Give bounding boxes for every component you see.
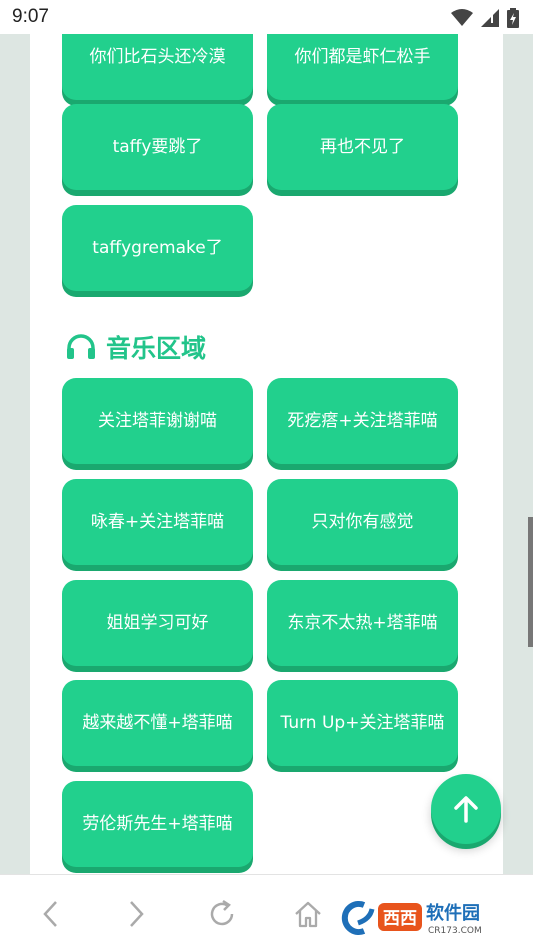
status-bar: 9:07 [0,0,533,34]
music-button[interactable]: 死疙瘩+关注塔菲喵 [267,378,458,464]
sound-button[interactable]: 你们都是虾仁松手 [267,34,458,100]
button-label: taffygremake了 [92,238,223,258]
chevron-right-icon [130,901,144,927]
browser-nav-bar: 西西 软件园 CR173.COM [0,874,533,949]
home-icon [295,901,321,928]
music-button[interactable]: 只对你有感觉 [267,479,458,565]
reload-button[interactable] [205,897,239,931]
section-title-text: 音乐区域 [106,334,207,363]
back-button[interactable] [34,897,68,931]
music-button[interactable]: 关注塔菲谢谢喵 [62,378,253,464]
music-button[interactable]: 东京不太热+塔菲喵 [267,580,458,666]
signal-icon [481,9,499,27]
button-label: 你们都是虾仁松手 [294,47,431,67]
forward-button[interactable] [119,897,153,931]
content-area: 你们比石头还冷漠 你们都是虾仁松手 taffy要跳了 再也不见了 taffygr… [30,34,503,874]
button-label: 姐姐学习可好 [106,613,209,633]
status-time: 9:07 [12,6,49,27]
reload-icon [210,899,234,926]
button-label: taffy要跳了 [112,137,203,157]
battery-icon [507,8,519,28]
button-label: 东京不太热+塔菲喵 [287,613,438,633]
music-button[interactable]: 越来越不懂+塔菲喵 [62,680,253,766]
sound-button[interactable]: taffy要跳了 [62,104,253,190]
status-icons [451,8,519,28]
watermark-domain: CR173.COM [428,926,482,936]
watermark-brand: 西西 [383,909,417,929]
arrow-up-icon [454,796,478,823]
button-label: 只对你有感觉 [311,512,414,532]
sound-button[interactable]: 你们比石头还冷漠 [62,34,253,100]
headphones-icon [67,334,95,359]
watermark-logo: 西西 软件园 CR173.COM [336,897,516,937]
button-label: 咏春+关注塔菲喵 [90,512,225,532]
chevron-left-icon [43,901,57,927]
wifi-icon [451,9,473,26]
button-label: 劳伦斯先生+塔菲喵 [82,814,233,834]
watermark-text: 软件园 [426,902,480,924]
button-label: 关注塔菲谢谢喵 [98,411,217,431]
sound-button[interactable]: taffygremake了 [62,205,253,291]
music-button[interactable]: 咏春+关注塔菲喵 [62,479,253,565]
button-label: Turn Up+关注塔菲喵 [280,713,445,733]
scroll-to-top-button[interactable] [431,774,501,844]
sound-button[interactable]: 再也不见了 [267,104,458,190]
music-button[interactable]: Turn Up+关注塔菲喵 [267,680,458,766]
home-button[interactable] [291,897,325,931]
button-label: 再也不见了 [320,137,405,157]
music-button[interactable]: 姐姐学习可好 [62,580,253,666]
button-label: 死疙瘩+关注塔菲喵 [287,411,438,431]
button-label: 你们比石头还冷漠 [89,47,226,67]
section-title-music: 音乐区域 [66,329,206,365]
music-button[interactable]: 劳伦斯先生+塔菲喵 [62,781,253,867]
button-label: 越来越不懂+塔菲喵 [82,713,233,733]
scrollbar-thumb[interactable] [528,517,533,647]
